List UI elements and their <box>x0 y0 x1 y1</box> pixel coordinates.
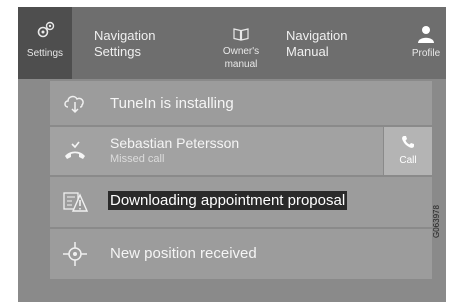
settings-button[interactable]: Settings <box>18 7 72 79</box>
owners-manual-button[interactable]: Owner's manual <box>213 7 269 79</box>
position-target-icon <box>63 242 87 266</box>
calendar-warning-icon <box>63 192 88 212</box>
missed-call-icon <box>65 141 85 159</box>
notification-tunein[interactable]: TuneIn is installing <box>50 81 432 125</box>
profile-button[interactable]: Profile <box>406 7 446 79</box>
owners-manual-line1: Owner's <box>222 46 260 57</box>
notification-position[interactable]: New position received <box>50 229 432 279</box>
profile-label: Profile <box>411 48 441 59</box>
navigation-manual-line1: Navigation <box>286 28 348 43</box>
figure-code: G063978 <box>432 205 441 238</box>
cloud-download-icon <box>64 95 84 114</box>
owners-manual-label: Owner's manual <box>213 45 269 71</box>
caller-name: Sebastian Petersson <box>110 135 240 151</box>
phone-icon <box>402 136 414 148</box>
notification-text: TuneIn is installing <box>110 95 234 112</box>
notification-text: New position received <box>110 245 257 262</box>
owners-manual-line2: manual <box>224 59 258 70</box>
person-icon <box>418 26 434 43</box>
call-label: Call <box>399 155 417 166</box>
navigation-settings-line1: Navigation <box>94 28 156 43</box>
top-bar: Settings Navigation Settings Owner's man… <box>18 7 446 79</box>
navigation-settings-button[interactable]: Navigation Settings <box>94 7 184 79</box>
settings-label: Settings <box>26 48 64 59</box>
notification-missed-call[interactable]: Sebastian Petersson Missed call Call <box>50 127 432 175</box>
gear-icon <box>37 21 55 38</box>
notification-appointment[interactable]: Downloading appointment proposal <box>50 177 432 227</box>
missed-call-label: Missed call <box>110 153 165 165</box>
notification-text: Downloading appointment proposal <box>108 191 348 210</box>
navigation-manual-line2: Manual <box>286 44 329 59</box>
call-button[interactable]: Call <box>383 127 432 175</box>
navigation-settings-line2: Settings <box>94 44 141 59</box>
navigation-manual-button[interactable]: Navigation Manual <box>286 7 376 79</box>
center-display: Settings Navigation Settings Owner's man… <box>18 7 446 302</box>
book-icon <box>233 28 249 41</box>
